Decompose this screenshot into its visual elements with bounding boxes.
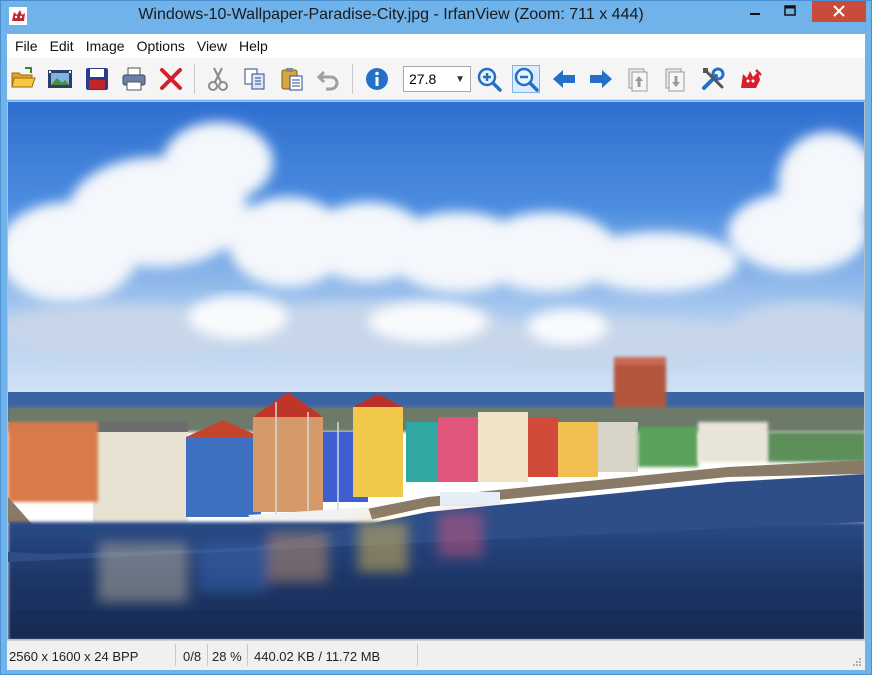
undo-button[interactable]: [315, 65, 343, 93]
zoom-value: 27.8: [409, 71, 437, 87]
file-size: 440.02 KB / 11.72 MB: [254, 649, 381, 664]
image-dimensions: 2560 x 1600 x 24 BPP: [9, 649, 139, 664]
delete-x-icon: [160, 68, 182, 90]
toolbar: 27.8 ▼: [7, 58, 865, 100]
status-divider: [247, 644, 248, 666]
status-divider: [417, 644, 418, 666]
copy-button[interactable]: [241, 65, 269, 93]
zoom-out-button[interactable]: [512, 65, 540, 93]
chevron-down-icon: ▼: [455, 74, 465, 85]
image-index: 0/8: [183, 649, 202, 664]
paste-clipboard-icon: [281, 68, 303, 91]
slideshow-button[interactable]: [46, 65, 74, 93]
menu-view[interactable]: View: [191, 38, 233, 54]
irfanview-cat-icon: [741, 69, 762, 88]
exit-button[interactable]: [737, 65, 765, 93]
next-button[interactable]: [587, 65, 615, 93]
arrow-left-icon: [553, 70, 575, 88]
status-divider: [207, 644, 208, 666]
minimize-button[interactable]: [742, 1, 768, 22]
irfanview-cat-icon[interactable]: [9, 7, 27, 25]
status-divider: [175, 644, 176, 666]
close-button[interactable]: [812, 1, 866, 22]
save-button[interactable]: [83, 65, 111, 93]
menu-help[interactable]: Help: [233, 38, 274, 54]
last-button[interactable]: [661, 65, 689, 93]
info-icon: [366, 68, 388, 90]
delete-button[interactable]: [157, 65, 185, 93]
maximize-icon: [784, 5, 796, 16]
open-folder-icon: [11, 67, 36, 88]
copy-icon: [244, 68, 265, 90]
image-viewport[interactable]: [7, 101, 865, 640]
slideshow-icon: [48, 70, 72, 88]
paste-button[interactable]: [278, 65, 306, 93]
toolbar-separator: [194, 64, 195, 94]
maximize-button[interactable]: [768, 1, 812, 22]
properties-button[interactable]: [699, 65, 727, 93]
zoom-in-icon: [477, 67, 502, 92]
save-disk-icon: [86, 68, 108, 90]
last-page-icon: [665, 68, 685, 92]
first-page-icon: [628, 68, 648, 92]
title-bar[interactable]: Windows-10-Wallpaper-Paradise-City.jpg -…: [1, 1, 871, 32]
print-button[interactable]: [120, 65, 148, 93]
previous-button[interactable]: [550, 65, 578, 93]
toolbar-separator: [352, 64, 353, 94]
minimize-icon: [750, 13, 760, 15]
info-button[interactable]: [363, 65, 391, 93]
open-button[interactable]: [9, 65, 37, 93]
cut-button[interactable]: [204, 65, 232, 93]
window-title: Windows-10-Wallpaper-Paradise-City.jpg -…: [138, 6, 644, 23]
menu-bar: File Edit Image Options View Help: [7, 34, 865, 58]
menu-options[interactable]: Options: [131, 38, 191, 54]
menu-image[interactable]: Image: [80, 38, 131, 54]
first-button[interactable]: [624, 65, 652, 93]
status-bar: 2560 x 1600 x 24 BPP 0/8 28 % 440.02 KB …: [7, 640, 865, 670]
zoom-select[interactable]: 27.8 ▼: [403, 66, 471, 92]
resize-grip-icon[interactable]: [852, 657, 862, 667]
city-waterfront-photo: [8, 102, 864, 639]
undo-arrow-icon: [316, 70, 339, 91]
arrow-right-icon: [590, 70, 612, 88]
zoom-percent: 28 %: [212, 649, 242, 664]
printer-icon: [122, 67, 146, 91]
zoom-out-icon: [514, 67, 539, 92]
menu-edit[interactable]: Edit: [44, 38, 80, 54]
irfanview-window: Windows-10-Wallpaper-Paradise-City.jpg -…: [0, 0, 872, 675]
zoom-in-button[interactable]: [475, 65, 503, 93]
scissors-icon: [208, 67, 228, 91]
tools-icon: [702, 67, 725, 90]
menu-file[interactable]: File: [9, 38, 44, 54]
close-icon: [833, 5, 845, 17]
